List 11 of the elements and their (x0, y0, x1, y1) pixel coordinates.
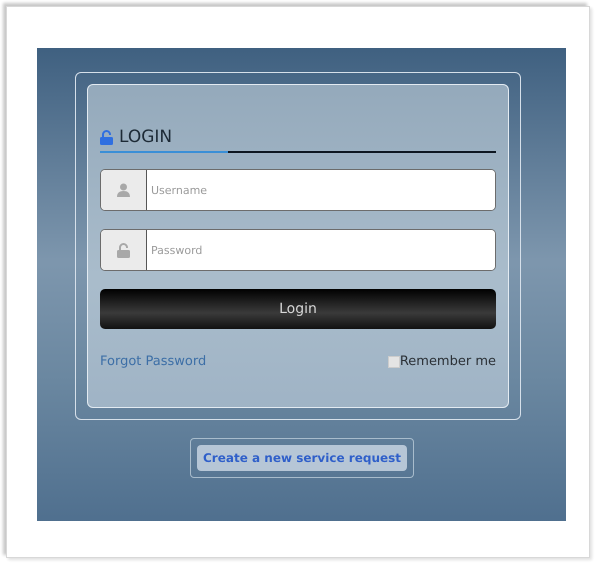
remember-label: Remember me (400, 354, 496, 369)
input-field[interactable]: Password (100, 229, 496, 271)
padlock-icon (117, 242, 130, 258)
forgot-password-link[interactable]: Forgot Password (100, 354, 206, 369)
service-request-button[interactable]: Create a new service request (197, 445, 408, 471)
input-field[interactable]: Username (100, 169, 496, 211)
user-icon (117, 183, 130, 197)
login-button[interactable]: Login (100, 289, 496, 329)
login-title: LOGIN (119, 127, 172, 147)
remember-checkbox[interactable] (388, 356, 400, 368)
padlock-icon (100, 130, 113, 144)
